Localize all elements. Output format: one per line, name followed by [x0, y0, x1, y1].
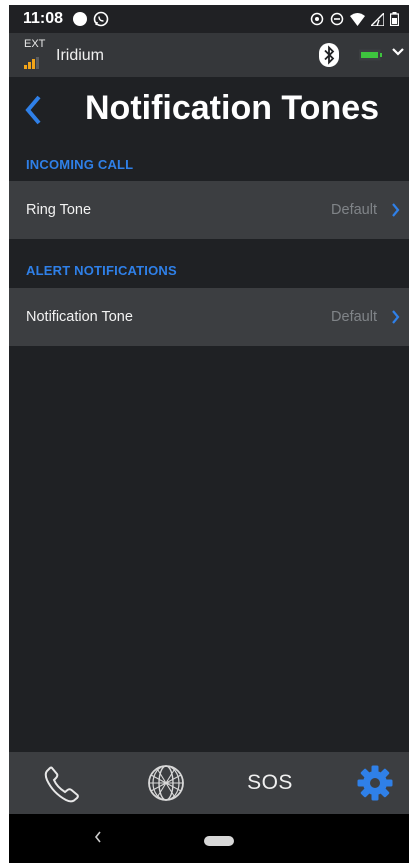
tab-settings[interactable]: [336, 752, 409, 814]
ring-tone-row[interactable]: Ring Tone Default: [9, 181, 409, 239]
row-label: Ring Tone: [26, 202, 92, 218]
tab-phone[interactable]: [29, 752, 109, 814]
battery-icon: [359, 49, 382, 61]
ext-label: EXT: [24, 38, 46, 50]
system-navigation-bar: [9, 814, 409, 863]
phone-screen: 11:08 EXT Iridium Notification Tones INC…: [9, 5, 409, 863]
network-name: Iridium: [56, 47, 105, 64]
signal-bars-icon: [24, 57, 39, 69]
bottom-tab-bar: SOS: [9, 752, 409, 814]
battery-icon: [390, 12, 399, 26]
sos-label: SOS: [247, 771, 293, 794]
page-title: Notification Tones: [85, 89, 380, 127]
section-header-alert-notifications: ALERT NOTIFICATIONS: [26, 263, 177, 278]
page-header: Notification Tones: [9, 77, 409, 149]
notification-tone-row[interactable]: Notification Tone Default: [9, 288, 409, 346]
target-icon: [310, 12, 324, 26]
row-value: Default: [331, 202, 377, 218]
wifi-icon: [350, 12, 365, 26]
gear-icon: [357, 765, 393, 801]
tab-globe[interactable]: [126, 752, 206, 814]
back-chevron-icon: [25, 95, 41, 125]
back-button[interactable]: [23, 93, 57, 133]
row-label: Notification Tone: [26, 309, 133, 325]
circle-dot-icon: [73, 12, 87, 26]
chevron-right-icon: [392, 203, 400, 217]
status-bar: 11:08: [9, 5, 409, 33]
section-header-incoming-call: INCOMING CALL: [26, 157, 134, 172]
nav-home-button[interactable]: [204, 836, 234, 846]
tab-sos[interactable]: SOS: [230, 752, 310, 814]
phone-icon: [44, 766, 79, 803]
chevron-right-icon: [392, 310, 400, 324]
cell-signal-icon: [371, 12, 384, 26]
globe-icon: [148, 765, 184, 801]
bluetooth-icon: [319, 43, 339, 67]
app-status-bar: EXT Iridium: [9, 33, 409, 77]
whatsapp-icon: [93, 11, 109, 27]
do-not-disturb-icon: [330, 12, 344, 26]
row-value: Default: [331, 309, 377, 325]
status-icons: [310, 10, 399, 28]
nav-back-icon[interactable]: [93, 830, 103, 844]
chevron-down-icon[interactable]: [391, 47, 405, 57]
status-time: 11:08: [23, 10, 64, 27]
